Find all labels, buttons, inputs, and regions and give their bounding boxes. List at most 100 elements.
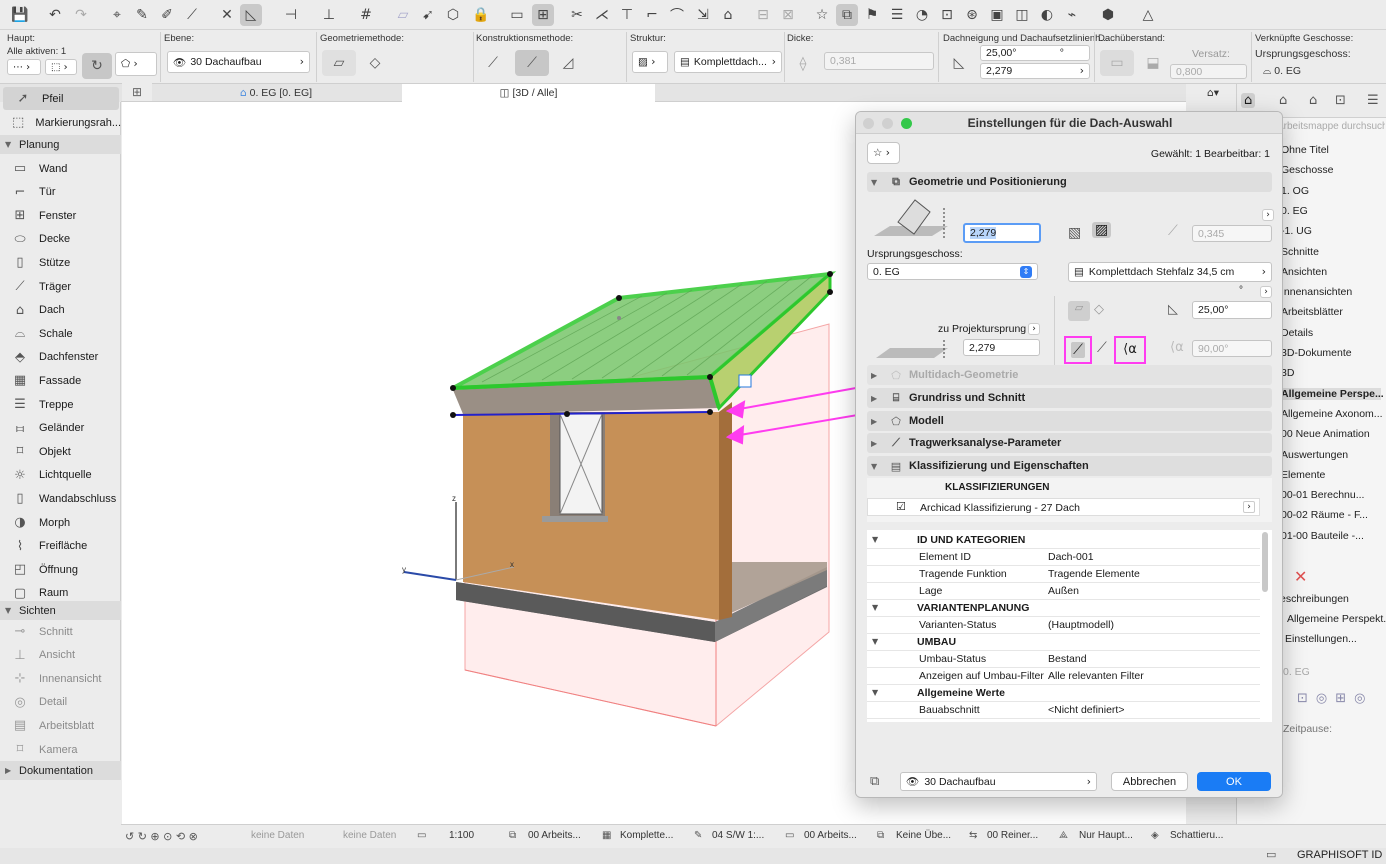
overhang-icon-1[interactable]: ▭	[1100, 50, 1134, 76]
section-klassifizierung[interactable]: ▼ ▤ Klassifizierung und Eigenschaften	[867, 456, 1272, 476]
star-icon[interactable]: ☆	[811, 4, 833, 26]
3d-icon[interactable]: ⬡	[442, 4, 464, 26]
versatz-field[interactable]: 0,800	[1170, 64, 1247, 79]
suspend-groups-icon[interactable]: ✕	[216, 4, 238, 26]
section-geometrie[interactable]: ▼ ⧉ Geometrie und Positionierung	[867, 172, 1272, 192]
status-pen-set[interactable]: 04 S/W 1:...	[712, 830, 764, 841]
tool-section[interactable]: ⊸ Schnitt	[0, 620, 121, 643]
tag-icon[interactable]: ⌁	[1061, 4, 1083, 26]
transform-icon[interactable]: ⊞	[532, 4, 554, 26]
nav-view-name[interactable]: Allgemeine Perspekt...	[1287, 613, 1386, 625]
roof-single-plane-icon[interactable]: ▱	[1068, 301, 1090, 321]
eyedropper-icon[interactable]: ✎	[131, 4, 153, 26]
section-modell[interactable]: ▶ ⬠ Modell	[867, 411, 1272, 431]
scrollbar[interactable]	[1262, 532, 1268, 592]
tool-object[interactable]: ⌑ Objekt	[0, 440, 121, 463]
lock-icon[interactable]: 🔒	[470, 4, 492, 26]
nav-settings[interactable]: Einstellungen...	[1285, 633, 1357, 645]
tool-pfeil[interactable]: ➚ Pfeil	[3, 87, 119, 110]
tab-floor-plan[interactable]: ⌂ 0. EG [0. EG]	[151, 84, 401, 102]
save-icon[interactable]: 💾	[9, 4, 31, 26]
favorites-button[interactable]: ☆ ›	[867, 142, 900, 164]
property-row[interactable]: Lage Außen	[867, 583, 1260, 600]
geometry-single-icon[interactable]: ▱	[322, 50, 356, 76]
ok-button[interactable]: OK	[1197, 772, 1271, 791]
pitch-field[interactable]: 25,00° °	[980, 45, 1090, 61]
pitch-by-slope-button[interactable]: ⟋	[1064, 336, 1092, 364]
tool-interior-elevation[interactable]: ⊹ Innenansicht	[0, 667, 121, 690]
publisher-icon[interactable]: ⊡	[1335, 93, 1346, 108]
rotate-icon[interactable]: ↻	[82, 53, 112, 79]
navigator-item[interactable]: Ohne Titel	[1281, 144, 1329, 156]
height-field[interactable]: 2,279 ›	[980, 63, 1090, 79]
gravity-icon[interactable]: ◺	[240, 4, 262, 26]
structure-type-select[interactable]: ▨ ›	[632, 51, 668, 73]
navigator-item[interactable]: Details	[1281, 327, 1313, 339]
tab-3d[interactable]: ◫ [3D / Alle]	[402, 84, 655, 102]
markup-icon[interactable]: ⧉	[836, 4, 858, 26]
construction-method-3-icon[interactable]: ◿	[553, 50, 583, 76]
navigator-item[interactable]: Elemente	[1281, 469, 1325, 481]
angle2-field[interactable]: 90,00°	[1192, 340, 1272, 357]
thickness-icon-1[interactable]: ▧	[1068, 225, 1081, 241]
height-input[interactable]: 2,279	[963, 223, 1041, 243]
status-override[interactable]: Keine Übe...	[896, 830, 951, 841]
construction-method-2-icon[interactable]: ⟋	[515, 50, 549, 76]
property-group[interactable]: ▼ VARIANTENPLANUNG	[867, 600, 1260, 617]
tool-skylight[interactable]: ⬘ Dachfenster	[0, 346, 121, 369]
navigator-item[interactable]: 3D	[1281, 367, 1294, 379]
tool-beam[interactable]: ⟋ Träger	[0, 275, 121, 298]
close-icon[interactable]: ✕	[1294, 567, 1307, 586]
tool-window[interactable]: ⊞ Fenster	[0, 204, 121, 227]
minimize-window-button[interactable]	[882, 118, 893, 129]
tool-stair[interactable]: ☰ Treppe	[0, 393, 121, 416]
pitch-by-angle-button[interactable]: ⟨α	[1114, 336, 1146, 364]
group-planung[interactable]: ▼ Planung	[0, 135, 121, 154]
image-icon[interactable]: ▣	[986, 4, 1008, 26]
chevron-right-icon[interactable]: ›	[1028, 323, 1040, 335]
magic-wand-icon[interactable]: ⟋	[181, 4, 203, 26]
property-row[interactable]: Anzeigen auf Umbau-Filter Alle relevanten…	[867, 668, 1260, 685]
resize-icon[interactable]: ⇲	[692, 4, 714, 26]
layout-icon[interactable]: ▱	[392, 4, 414, 26]
roof-multi-plane-icon[interactable]: ◇	[1094, 302, 1104, 317]
navigator-item[interactable]: Geschosse	[1281, 164, 1334, 176]
list-icon[interactable]: ☰	[886, 4, 908, 26]
nav-beschreibungen[interactable]: Beschreibungen	[1273, 593, 1349, 605]
navigator-item[interactable]: 01-00 Bauteile -...	[1281, 530, 1364, 542]
navigator-item[interactable]: 1. OG	[1281, 185, 1309, 197]
thickness-field[interactable]: 0,381	[824, 52, 934, 70]
selection-box-2[interactable]: ⬚ ›	[45, 59, 77, 75]
navigator-item[interactable]: 00-02 Räume - F...	[1281, 509, 1368, 521]
status-keine-daten-1[interactable]: keine Daten	[251, 830, 304, 841]
thickness-icon-2[interactable]: ▨	[1092, 222, 1112, 238]
tool-elevation[interactable]: ⊥ Ansicht	[0, 644, 121, 667]
layer-select[interactable]: 👁 30 Dachaufbau ›	[900, 772, 1097, 791]
navigator-item[interactable]: -1. UG	[1281, 225, 1312, 237]
graphisoft-id[interactable]: GRAPHISOFT ID	[1297, 849, 1382, 861]
view-icon[interactable]: ⊛	[961, 4, 983, 26]
chevron-right-icon[interactable]: ›	[1243, 501, 1255, 513]
status-structure[interactable]: Nur Haupt...	[1079, 830, 1133, 841]
section-multidach[interactable]: ▶ ⬠ Multidach-Geometrie	[867, 365, 1272, 385]
status-shading[interactable]: Schattieru...	[1170, 830, 1223, 841]
navigator-item[interactable]: Ansichten	[1281, 266, 1327, 278]
graphic-override-icon[interactable]: ◐	[1036, 4, 1058, 26]
property-group[interactable]: ▼ UMBAU	[867, 634, 1260, 651]
tool-worksheet[interactable]: ▤ Arbeitsblatt	[0, 714, 121, 737]
property-row[interactable]: Element ID Dach-001	[867, 549, 1260, 566]
section-tragwerk[interactable]: ▶ ⟋ Tragwerksanalyse-Parameter	[867, 433, 1272, 453]
inject-icon[interactable]: ✐	[156, 4, 178, 26]
group-dokumentation[interactable]: ▶ Dokumentation	[0, 761, 121, 780]
projekt-field[interactable]: 2,279	[963, 339, 1040, 356]
grid-snap-icon[interactable]: #	[355, 4, 377, 26]
section-grundriss[interactable]: ▶ ⌸ Grundriss und Schnitt	[867, 388, 1272, 408]
property-group[interactable]: ▼ Allgemeine Werte	[867, 685, 1260, 702]
navigator-item[interactable]: Arbeitsblätter	[1281, 306, 1343, 318]
cube-icon[interactable]: ⬢	[1097, 4, 1119, 26]
status-scale[interactable]: 1:100	[449, 830, 474, 841]
geometry-multi-icon[interactable]: ◇	[360, 50, 390, 76]
trim-icon[interactable]: ⋌	[591, 4, 613, 26]
ursprung-select[interactable]: 0. EG ⇕	[867, 263, 1038, 280]
selection-box-1[interactable]: ⋯ ›	[7, 59, 41, 75]
